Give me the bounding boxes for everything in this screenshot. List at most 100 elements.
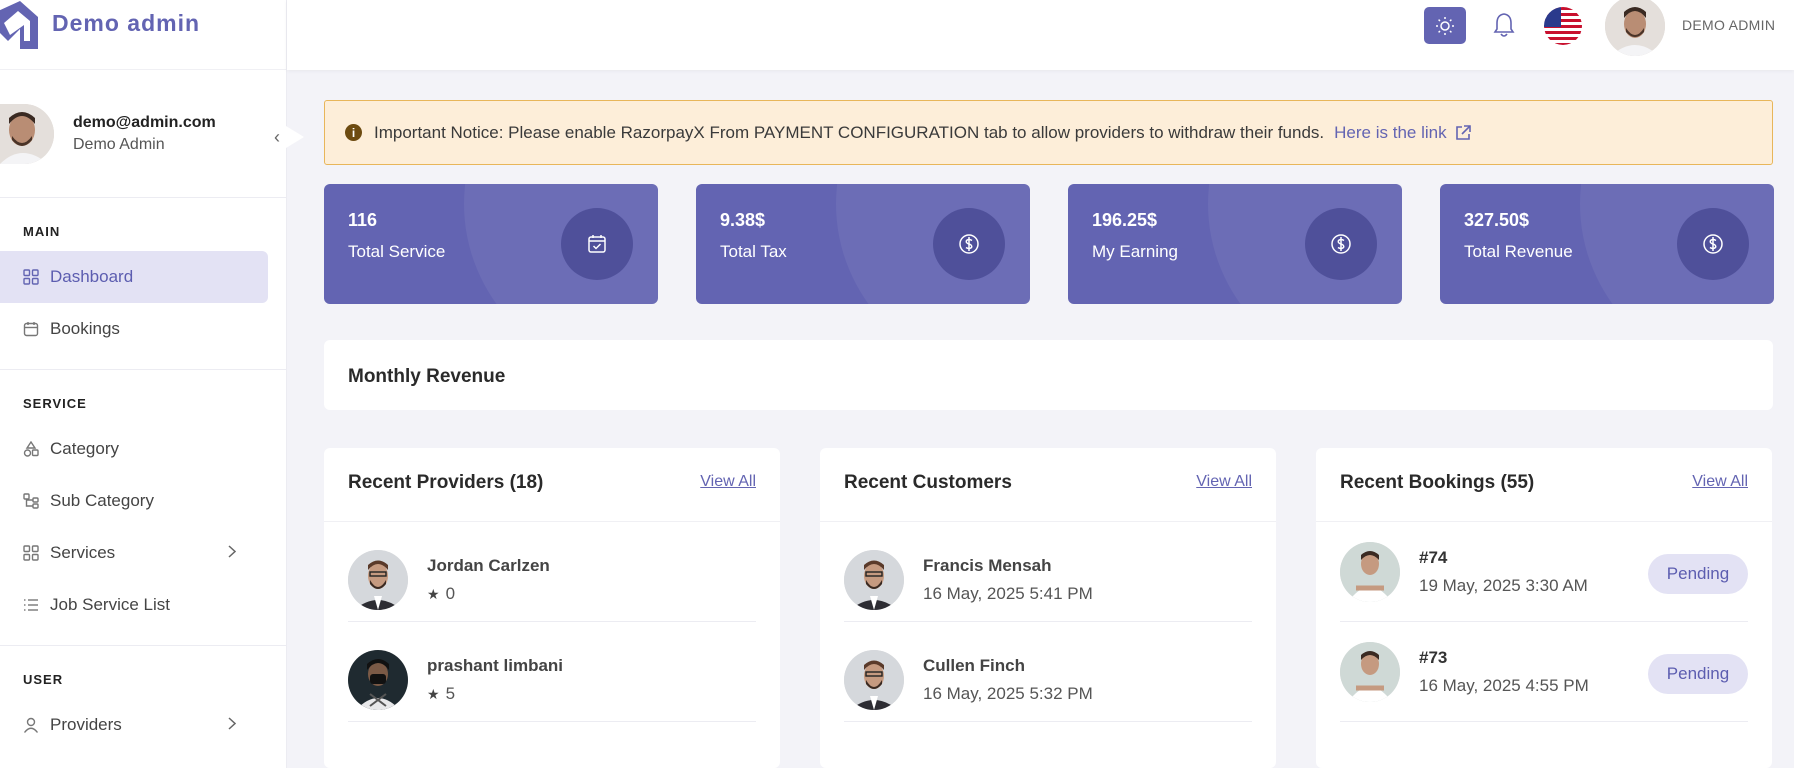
top-user-name[interactable]: DEMO ADMIN	[1682, 17, 1775, 33]
booking-id: #73	[1419, 648, 1448, 667]
dollar-circle-icon	[1331, 234, 1351, 254]
stat-value: 327.50$	[1464, 210, 1530, 230]
sidebar-collapse-button[interactable]: ‹	[268, 115, 304, 159]
customer-date: 16 May, 2025 5:41 PM	[923, 584, 1093, 603]
stat-card-total-tax[interactable]: 9.38$ Total Tax	[696, 184, 1030, 304]
sidebar: Demo admin demo@admin.com Demo Admin ‹ M…	[0, 0, 304, 768]
brand-logo-icon	[0, 0, 38, 49]
provider-name: prashant limbani	[427, 656, 564, 675]
provider-name: Jordan Carlzen	[427, 556, 550, 575]
stat-card-total-revenue[interactable]: 327.50$ Total Revenue	[1440, 184, 1774, 304]
sidebar-item-label: Providers	[50, 715, 122, 734]
monthly-revenue-card: Monthly Revenue	[324, 340, 1773, 410]
calendar-icon	[23, 321, 39, 337]
sidebar-item-label: Services	[50, 543, 116, 562]
list-item[interactable]: Francis Mensah 16 May, 2025 5:41 PM	[844, 522, 1252, 622]
grid-icon	[23, 269, 39, 285]
list-item[interactable]: Jordan Carlzen ★ 0	[348, 522, 756, 622]
avatar-portrait-icon	[1605, 0, 1665, 56]
sub-category-icon	[23, 493, 39, 509]
avatar	[844, 650, 904, 710]
booking-date: 19 May, 2025 3:30 AM	[1419, 576, 1588, 595]
stat-value: 9.38$	[720, 210, 766, 230]
stat-icon-circle	[933, 208, 1005, 280]
list-item[interactable]: prashant limbani ★ 5	[348, 622, 756, 722]
nav-heading: USER	[23, 672, 64, 687]
external-link-icon	[1455, 124, 1471, 140]
stat-icon-circle	[561, 208, 633, 280]
dollar-circle-icon	[959, 234, 979, 254]
stat-label: Total Tax	[720, 242, 787, 261]
brand-name: Demo admin	[52, 10, 201, 36]
sidebar-item-category[interactable]: Category	[0, 423, 268, 475]
list-item[interactable]: Cullen Finch 16 May, 2025 5:32 PM	[844, 622, 1252, 722]
theme-toggle-button[interactable]	[1424, 7, 1466, 44]
recent-providers-card: Recent Providers (18) View All Jordan Ca…	[324, 448, 780, 768]
sidebar-item-job-service-list[interactable]: Job Service List	[0, 579, 268, 631]
view-all-link[interactable]: View All	[1692, 473, 1748, 491]
sidebar-item-label: Dashboard	[50, 267, 134, 286]
avatar-portrait-icon	[348, 650, 408, 710]
nav-heading: SERVICE	[23, 396, 87, 411]
topbar: DEMO ADMIN	[287, 0, 1794, 70]
notifications-button[interactable]	[1493, 12, 1515, 43]
calendar-check-icon	[588, 235, 606, 253]
list-item[interactable]: #73 16 May, 2025 4:55 PM Pending	[1340, 622, 1748, 722]
sidebar-item-services[interactable]: Services	[0, 527, 268, 579]
customer-date: 16 May, 2025 5:32 PM	[923, 684, 1093, 703]
recent-customers-card: Recent Customers View All Francis Mensah…	[820, 448, 1276, 768]
card-title: Recent Customers	[844, 472, 1012, 493]
avatar-portrait-icon	[348, 550, 408, 610]
sidebar-item-sub-category[interactable]: Sub Category	[0, 475, 268, 527]
user-icon	[23, 717, 39, 733]
chevron-left-icon: ‹	[274, 126, 280, 147]
sidebar-item-label: Job Service List	[50, 595, 170, 614]
stat-icon-circle	[1305, 208, 1377, 280]
provider-rating: ★ 5	[427, 684, 455, 704]
avatar-portrait-icon	[1340, 642, 1400, 702]
sidebar-item-bookings[interactable]: Bookings	[0, 303, 268, 355]
profile-name: Demo Admin	[73, 135, 165, 153]
stat-value: 116	[348, 210, 378, 230]
sidebar-item-label: Bookings	[50, 319, 120, 338]
rating-value: 5	[445, 684, 456, 703]
sidebar-item-dashboard[interactable]: Dashboard	[0, 251, 268, 303]
list-icon	[23, 597, 39, 613]
avatar	[348, 550, 408, 610]
info-icon: i	[345, 124, 362, 141]
notice-text: Important Notice: Please enable Razorpay…	[374, 122, 1325, 142]
card-title: Recent Bookings (55)	[1340, 472, 1535, 493]
chevron-right-icon	[228, 545, 237, 561]
stat-label: My Earning	[1092, 242, 1178, 261]
bell-icon	[1493, 13, 1515, 37]
stat-card-my-earning[interactable]: 196.25$ My Earning	[1068, 184, 1402, 304]
sidebar-item-label: Sub Category	[50, 491, 154, 510]
sidebar-item-label: Category	[50, 439, 119, 458]
sidebar-profile[interactable]: demo@admin.com Demo Admin ‹	[0, 70, 304, 198]
dollar-circle-icon	[1703, 234, 1723, 254]
provider-rating: ★ 0	[427, 584, 455, 604]
user-avatar-button[interactable]	[1605, 0, 1665, 56]
grid-icon	[23, 545, 39, 561]
view-all-link[interactable]: View All	[1196, 473, 1252, 491]
stat-card-total-service[interactable]: 116 Total Service	[324, 184, 658, 304]
customer-name: Francis Mensah	[923, 556, 1052, 575]
avatar	[348, 650, 408, 710]
nav-heading: MAIN	[23, 224, 61, 239]
avatar	[0, 103, 54, 164]
star-icon: ★	[427, 586, 440, 602]
brand[interactable]: Demo admin	[0, 0, 286, 70]
notice-link[interactable]: Here is the link	[1334, 123, 1471, 143]
rating-value: 0	[445, 584, 456, 603]
nav-section-service: SERVICE Category Sub Category Services J…	[0, 370, 286, 646]
profile-email: demo@admin.com	[73, 113, 216, 131]
stat-label: Total Service	[348, 242, 446, 261]
status-badge: Pending	[1648, 654, 1748, 694]
avatar-portrait-icon	[1340, 542, 1400, 602]
list-item[interactable]: #74 19 May, 2025 3:30 AM Pending	[1340, 522, 1748, 622]
sun-icon	[1436, 16, 1454, 35]
sidebar-item-providers[interactable]: Providers	[0, 699, 268, 751]
view-all-link[interactable]: View All	[700, 473, 756, 491]
stat-label: Total Revenue	[1464, 242, 1573, 261]
language-selector[interactable]	[1544, 7, 1582, 45]
